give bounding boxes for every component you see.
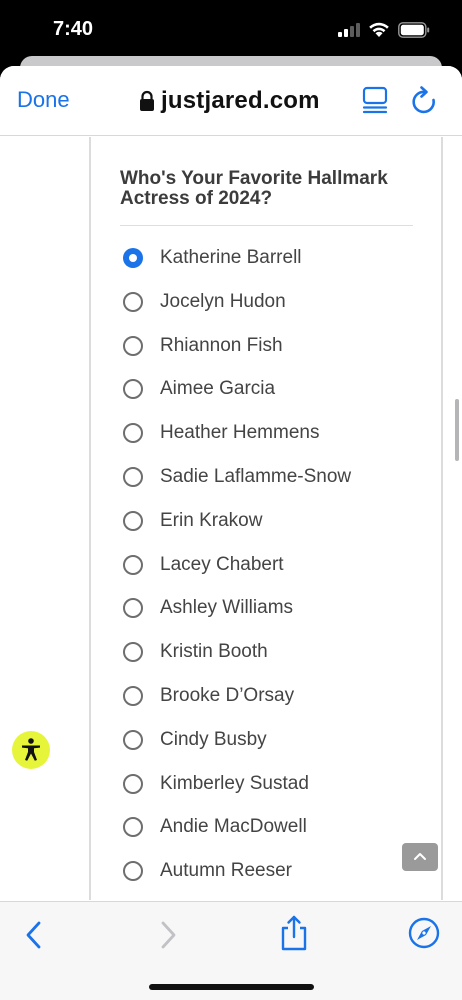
poll-option[interactable]: Heather Hemmens <box>120 417 420 449</box>
poll-option[interactable]: Andie MacDowell <box>120 811 420 843</box>
radio-button[interactable] <box>123 817 143 838</box>
poll-option[interactable]: Lacey Chabert <box>120 549 420 581</box>
wifi-icon <box>369 22 389 37</box>
poll-option[interactable]: Kimberley Sustad <box>120 768 420 800</box>
home-indicator <box>149 984 314 990</box>
radio-button[interactable] <box>123 773 143 794</box>
poll-title: Who's Your Favorite Hallmark Actress of … <box>120 168 388 209</box>
poll-option-label: Rhiannon Fish <box>160 334 283 356</box>
radio-button[interactable] <box>123 510 143 531</box>
poll-option-label: Lacey Chabert <box>160 553 284 575</box>
reader-icon[interactable] <box>362 86 388 114</box>
poll-option-label: Cindy Busby <box>160 728 267 750</box>
share-icon[interactable] <box>279 915 309 951</box>
url-text: justjared.com <box>161 87 320 114</box>
status-time: 7:40 <box>53 18 94 40</box>
radio-button[interactable] <box>123 729 143 750</box>
accessibility-button[interactable] <box>12 731 50 769</box>
radio-button[interactable] <box>123 335 143 356</box>
reload-icon[interactable] <box>411 86 439 116</box>
scroll-to-top-button[interactable] <box>402 843 438 871</box>
poll-option[interactable]: Autumn Reeser <box>120 855 420 887</box>
poll-option[interactable]: Jocelyn Hudon <box>120 286 420 318</box>
radio-button[interactable] <box>123 467 143 487</box>
poll-option[interactable]: Brooke D’Orsay <box>120 680 420 712</box>
poll-option-label: Erin Krakow <box>160 509 263 531</box>
radio-button[interactable] <box>123 554 143 575</box>
content-frame-border <box>89 137 91 900</box>
browser-toolbar <box>0 901 462 1000</box>
poll-option[interactable]: Erin Krakow <box>120 505 420 537</box>
web-content: Who's Your Favorite Hallmark Actress of … <box>0 137 462 900</box>
done-button[interactable]: Done <box>17 87 70 113</box>
poll-option-label: Andie MacDowell <box>160 816 307 838</box>
address-bar[interactable]: justjared.com <box>139 85 320 117</box>
radio-button[interactable] <box>123 248 143 268</box>
lock-icon <box>140 90 154 111</box>
compass-icon[interactable] <box>408 917 440 949</box>
poll-option[interactable]: Aimee Garcia <box>120 373 420 405</box>
poll-option[interactable]: Ashley Williams <box>120 592 420 624</box>
poll-option[interactable]: Sadie Laflamme-Snow <box>120 461 420 493</box>
poll-option-label: Sadie Laflamme-Snow <box>160 466 352 487</box>
radio-button[interactable] <box>123 861 143 882</box>
poll-option-label: Kristin Booth <box>160 641 268 663</box>
browser-nav-bar: Done justjared.com <box>0 66 462 136</box>
radio-button[interactable] <box>123 686 143 706</box>
battery-icon <box>398 22 430 38</box>
browser-sheet: Done justjared.com Who's Your Favorite H… <box>0 66 462 1000</box>
poll-option-label: Kimberley Sustad <box>160 772 309 794</box>
radio-button[interactable] <box>123 291 143 312</box>
poll-option[interactable]: Katherine Barrell <box>120 242 420 274</box>
radio-button[interactable] <box>123 379 143 400</box>
cellular-signal-icon <box>338 23 362 37</box>
scrollbar-thumb[interactable] <box>455 399 459 461</box>
poll-option-label: Jocelyn Hudon <box>160 290 286 312</box>
content-frame-border <box>441 137 443 900</box>
poll-option[interactable]: Rhiannon Fish <box>120 330 420 362</box>
poll-option-label: Brooke D’Orsay <box>160 685 295 706</box>
divider <box>120 225 413 226</box>
radio-button[interactable] <box>123 642 143 663</box>
poll-option-label: Heather Hemmens <box>160 422 320 444</box>
poll-option-label: Aimee Garcia <box>160 378 276 400</box>
forward-chevron-icon <box>161 921 176 949</box>
back-chevron-icon[interactable] <box>22 920 46 950</box>
poll-option-label: Ashley Williams <box>160 597 294 619</box>
poll-option[interactable]: Kristin Booth <box>120 636 420 668</box>
poll-option-label: Katherine Barrell <box>160 247 302 268</box>
status-bar: 7:40 <box>0 0 462 62</box>
poll-option-label: Autumn Reeser <box>160 860 293 882</box>
chevron-up-icon <box>414 853 426 860</box>
poll-option[interactable]: Cindy Busby <box>120 724 420 756</box>
radio-button[interactable] <box>123 598 143 619</box>
accessibility-person-icon <box>22 738 40 761</box>
radio-button[interactable] <box>123 423 143 444</box>
